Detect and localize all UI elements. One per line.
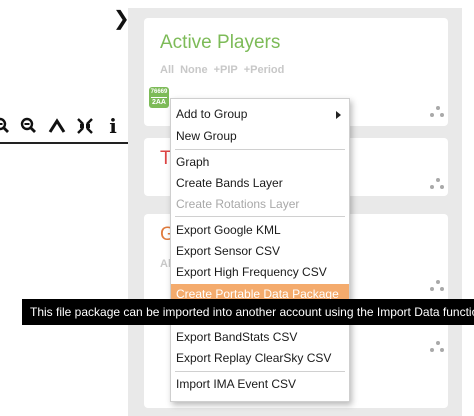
menu-item-label: Create Bands Layer <box>176 176 283 190</box>
drag-handle-icon[interactable] <box>430 106 446 122</box>
menu-item-export-high-frequency-csv[interactable]: Export High Frequency CSV <box>171 262 349 283</box>
menu-item-new-group[interactable]: New Group <box>171 126 349 147</box>
filter-none[interactable]: None <box>180 64 208 76</box>
menu-item-label: Export BandStats CSV <box>176 330 298 344</box>
menu-separator <box>175 371 345 372</box>
drag-handle-icon[interactable] <box>430 280 446 296</box>
menu-item-export-google-kml[interactable]: Export Google KML <box>171 220 349 241</box>
menu-item-create-bands-layer[interactable]: Create Bands Layer <box>171 173 349 194</box>
menu-item-export-bandstats-csv[interactable]: Export BandStats CSV <box>171 327 349 348</box>
drag-handle-icon[interactable] <box>430 341 446 357</box>
menu-item-label: New Group <box>176 129 237 143</box>
info-icon[interactable]: i <box>104 114 122 138</box>
player-badge[interactable]: 76669 2AA <box>149 87 169 108</box>
submenu-arrow-icon <box>336 111 341 119</box>
menu-item-label: Add to Group <box>176 107 248 121</box>
fit-icon[interactable] <box>76 115 94 137</box>
menu-item-label: Import IMA Event CSV <box>176 377 297 391</box>
tooltip: This file package can be imported into a… <box>22 299 474 325</box>
map-toolbar: i <box>0 110 128 144</box>
player-badge-id: 76669 <box>150 89 168 95</box>
zoom-out-icon[interactable] <box>0 115 10 137</box>
zoom-in-icon[interactable] <box>20 115 38 137</box>
menu-item-export-sensor-csv[interactable]: Export Sensor CSV <box>171 241 349 262</box>
menu-item-graph[interactable]: Graph <box>171 152 349 173</box>
filter-pip[interactable]: +PIP <box>214 64 238 76</box>
menu-item-label: Graph <box>176 155 210 169</box>
menu-separator <box>175 216 345 217</box>
menu-item-import-ima-event-csv[interactable]: Import IMA Event CSV <box>171 374 349 395</box>
filter-period[interactable]: +Period <box>244 64 285 76</box>
menu-item-label: Export Google KML <box>176 223 281 237</box>
menu-item-create-rotations-layer: Create Rotations Layer <box>171 194 349 215</box>
caret-up-icon[interactable] <box>48 115 66 137</box>
card-title: Active Players <box>160 32 281 53</box>
menu-item-label: Export High Frequency CSV <box>176 265 327 279</box>
menu-item-export-replay-clearsky-csv[interactable]: Export Replay ClearSky CSV <box>171 348 349 369</box>
menu-item-add-to-group[interactable]: Add to Group <box>171 104 349 125</box>
menu-separator <box>175 149 345 150</box>
player-badge-code: 2AA <box>151 97 167 106</box>
context-menu: Add to Group New Group Graph Create Band… <box>170 98 350 402</box>
menu-item-label: Export Sensor CSV <box>176 244 281 258</box>
menu-item-label: Export Replay ClearSky CSV <box>176 351 332 365</box>
filter-bar: All None +PIP +Period <box>160 64 284 76</box>
drag-handle-icon[interactable] <box>430 178 446 194</box>
menu-item-label: Create Rotations Layer <box>176 197 300 211</box>
filter-all[interactable]: All <box>160 64 174 76</box>
